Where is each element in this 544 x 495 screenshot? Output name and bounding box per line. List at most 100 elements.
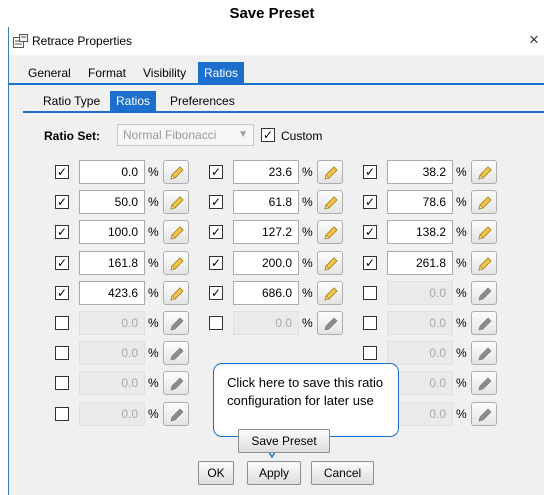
edit-pencil-button[interactable]: [163, 341, 189, 365]
ratio-checkbox[interactable]: ✓: [209, 195, 223, 209]
tab-format[interactable]: Format: [84, 62, 130, 84]
ratio-value-input[interactable]: 161.8: [79, 251, 145, 275]
ratio-checkbox[interactable]: ✓: [363, 225, 377, 239]
custom-checkbox[interactable]: ✓: [261, 128, 275, 142]
edit-pencil-button[interactable]: [317, 251, 343, 275]
edit-pencil-button[interactable]: [471, 371, 497, 395]
ratio-value-input[interactable]: 423.6: [79, 281, 145, 305]
cancel-button[interactable]: Cancel: [311, 461, 374, 485]
ratio-checkbox[interactable]: ✓: [209, 286, 223, 300]
ratio-value-input[interactable]: 78.6: [387, 190, 453, 214]
ratio-checkbox[interactable]: [363, 316, 377, 330]
ratio-checkbox[interactable]: [363, 286, 377, 300]
ratio-value-input[interactable]: 0.0: [79, 371, 145, 395]
ok-button[interactable]: OK: [198, 461, 234, 485]
percent-label: %: [456, 376, 467, 390]
ratio-checkbox[interactable]: ✓: [55, 256, 69, 270]
edit-pencil-button[interactable]: [471, 190, 497, 214]
ratio-value-input[interactable]: 61.8: [233, 190, 299, 214]
ratio-checkbox[interactable]: ✓: [55, 195, 69, 209]
ratio-checkbox[interactable]: [55, 407, 69, 421]
tab-ratios[interactable]: Ratios: [198, 62, 245, 84]
edit-pencil-button[interactable]: [317, 190, 343, 214]
ratio-checkbox[interactable]: ✓: [209, 256, 223, 270]
ratio-checkbox[interactable]: ✓: [55, 225, 69, 239]
edit-pencil-button[interactable]: [163, 371, 189, 395]
ratio-checkbox[interactable]: [55, 376, 69, 390]
subtab-ratio-type[interactable]: Ratio Type: [39, 91, 104, 112]
ratio-checkbox[interactable]: ✓: [55, 165, 69, 179]
window-title: Retrace Properties: [32, 34, 133, 48]
ratio-value-input[interactable]: 686.0: [233, 281, 299, 305]
ratio-checkbox[interactable]: [55, 346, 69, 360]
chevron-down-icon: ▼: [238, 129, 248, 140]
ratio-value-input[interactable]: 0.0: [387, 311, 453, 335]
ratio-value-input[interactable]: 261.8: [387, 251, 453, 275]
edit-pencil-button[interactable]: [163, 220, 189, 244]
ratio-value-input[interactable]: 0.0: [79, 341, 145, 365]
close-icon[interactable]: ×: [529, 30, 539, 50]
edit-pencil-button[interactable]: [317, 220, 343, 244]
edit-pencil-button[interactable]: [163, 160, 189, 184]
ratio-checkbox[interactable]: [209, 316, 223, 330]
ratio-value-input[interactable]: 38.2: [387, 160, 453, 184]
percent-label: %: [148, 407, 159, 421]
ratio-value-input[interactable]: 138.2: [387, 220, 453, 244]
edit-pencil-button[interactable]: [163, 311, 189, 335]
edit-pencil-button[interactable]: [317, 311, 343, 335]
ratio-checkbox[interactable]: [55, 316, 69, 330]
custom-label: Custom: [281, 129, 323, 143]
edit-pencil-button[interactable]: [163, 251, 189, 275]
ratio-checkbox[interactable]: ✓: [363, 165, 377, 179]
edit-pencil-button[interactable]: [163, 190, 189, 214]
ratio-set-select[interactable]: Normal Fibonacci ▼: [117, 124, 254, 146]
ratio-set-label: Ratio Set:: [44, 129, 101, 143]
ratio-checkbox[interactable]: ✓: [363, 256, 377, 270]
edit-pencil-button[interactable]: [471, 341, 497, 365]
ratio-value-input[interactable]: 23.6: [233, 160, 299, 184]
ratio-checkbox[interactable]: ✓: [209, 165, 223, 179]
page-caption: Save Preset: [229, 5, 315, 22]
tab-general[interactable]: General: [24, 62, 75, 84]
edit-pencil-button[interactable]: [471, 160, 497, 184]
save-preset-button[interactable]: Save Preset: [238, 429, 330, 453]
ratio-set-value: Normal Fibonacci: [123, 128, 217, 142]
edit-pencil-button[interactable]: [163, 281, 189, 305]
percent-label: %: [148, 316, 159, 330]
ratio-checkbox[interactable]: ✓: [55, 286, 69, 300]
ratio-value-input[interactable]: 0.0: [387, 281, 453, 305]
edit-pencil-button[interactable]: [317, 281, 343, 305]
ratio-value-input[interactable]: 0.0: [79, 311, 145, 335]
edit-pencil-button[interactable]: [471, 311, 497, 335]
edit-pencil-button[interactable]: [317, 160, 343, 184]
ratio-value-input[interactable]: 0.0: [233, 311, 299, 335]
edit-pencil-button[interactable]: [471, 281, 497, 305]
ratio-checkbox[interactable]: ✓: [209, 225, 223, 239]
percent-label: %: [456, 286, 467, 300]
ratio-value-input[interactable]: 0.0: [387, 341, 453, 365]
percent-label: %: [456, 316, 467, 330]
edit-pencil-button[interactable]: [163, 402, 189, 426]
subtab-preferences[interactable]: Preferences: [166, 91, 239, 112]
ratio-value-input[interactable]: 127.2: [233, 220, 299, 244]
ratio-value-input[interactable]: 50.0: [79, 190, 145, 214]
ratio-value-input[interactable]: 200.0: [233, 251, 299, 275]
callout-text: Click here to save this ratio configurat…: [227, 375, 384, 408]
ratio-value-input[interactable]: 0.0: [79, 402, 145, 426]
edit-pencil-button[interactable]: [471, 220, 497, 244]
ratio-value-input[interactable]: 100.0: [79, 220, 145, 244]
properties-window: Retrace Properties × General Format Visi…: [8, 27, 544, 495]
sub-tab-divider: [23, 111, 544, 113]
ratio-checkbox[interactable]: ✓: [363, 195, 377, 209]
apply-button[interactable]: Apply: [247, 461, 301, 485]
percent-label: %: [456, 256, 467, 270]
percent-label: %: [302, 225, 313, 239]
edit-pencil-button[interactable]: [471, 251, 497, 275]
ratio-checkbox[interactable]: [363, 346, 377, 360]
percent-label: %: [148, 346, 159, 360]
edit-pencil-button[interactable]: [471, 402, 497, 426]
tab-visibility[interactable]: Visibility: [139, 62, 190, 84]
ratio-value-input[interactable]: 0.0: [79, 160, 145, 184]
subtab-ratios[interactable]: Ratios: [110, 91, 157, 112]
percent-label: %: [148, 165, 159, 179]
